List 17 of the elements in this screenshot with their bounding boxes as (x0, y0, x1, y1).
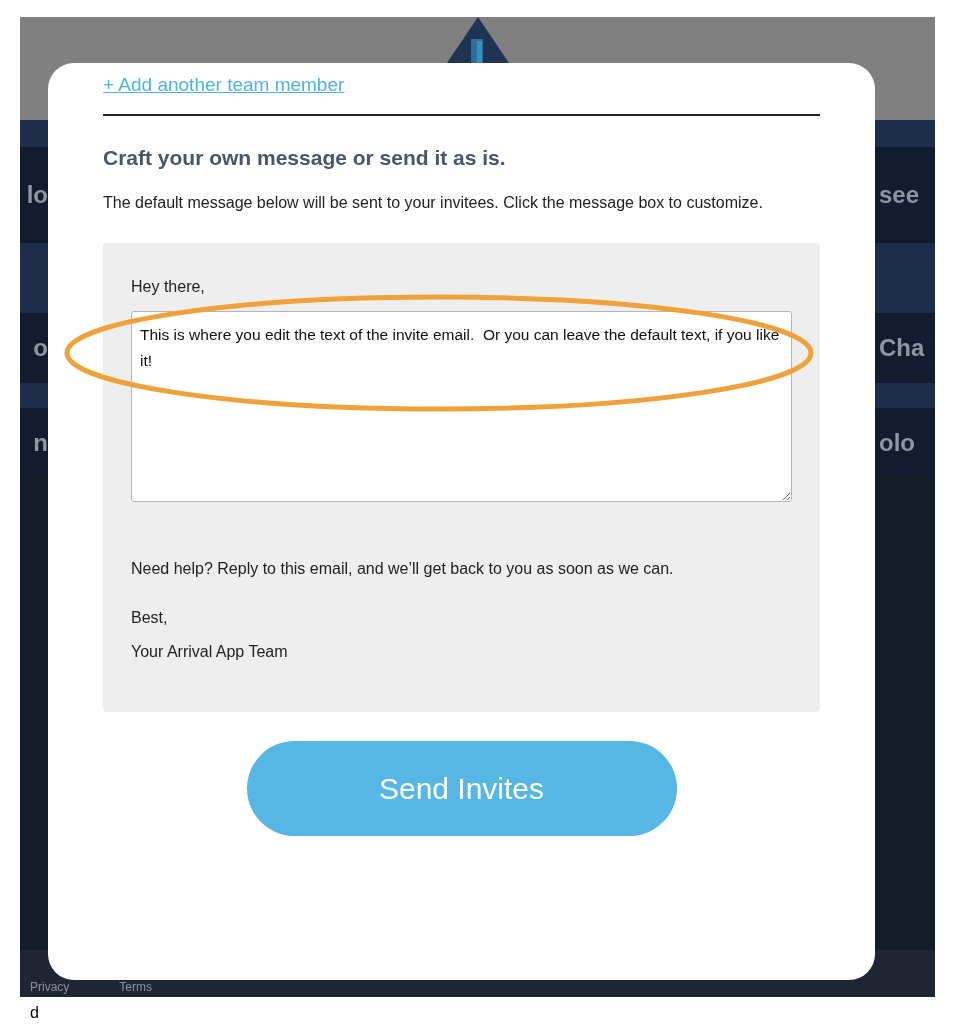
background-text: see (879, 183, 920, 207)
signature-text: Your Arrival App Team (131, 642, 289, 662)
greeting-text: Hey there, (131, 277, 206, 297)
help-text: Need help? Reply to this email, and we’ll get back to you as soon as we can. (131, 559, 675, 579)
background-text: n (33, 431, 48, 455)
message-field[interactable]: This is where you edit the text of the invite email. Or you can leave the default text, if you like it! (131, 311, 792, 502)
footer-link[interactable]: Terms (119, 978, 152, 996)
background-text: o (33, 336, 48, 360)
footer-link[interactable]: Privacy (30, 978, 70, 996)
background-text: olo (879, 431, 915, 455)
background-text: lo (26, 183, 48, 207)
signoff-text: Best, (131, 608, 169, 628)
background-text: Cha (879, 336, 925, 360)
caption-text: d (30, 1004, 39, 1021)
intro-text: The default message below will be sent to your invitees. Click the message box to customize. (103, 193, 764, 213)
logo-icon (446, 17, 509, 63)
section-heading: Craft your own message or send it as is. (103, 144, 507, 171)
